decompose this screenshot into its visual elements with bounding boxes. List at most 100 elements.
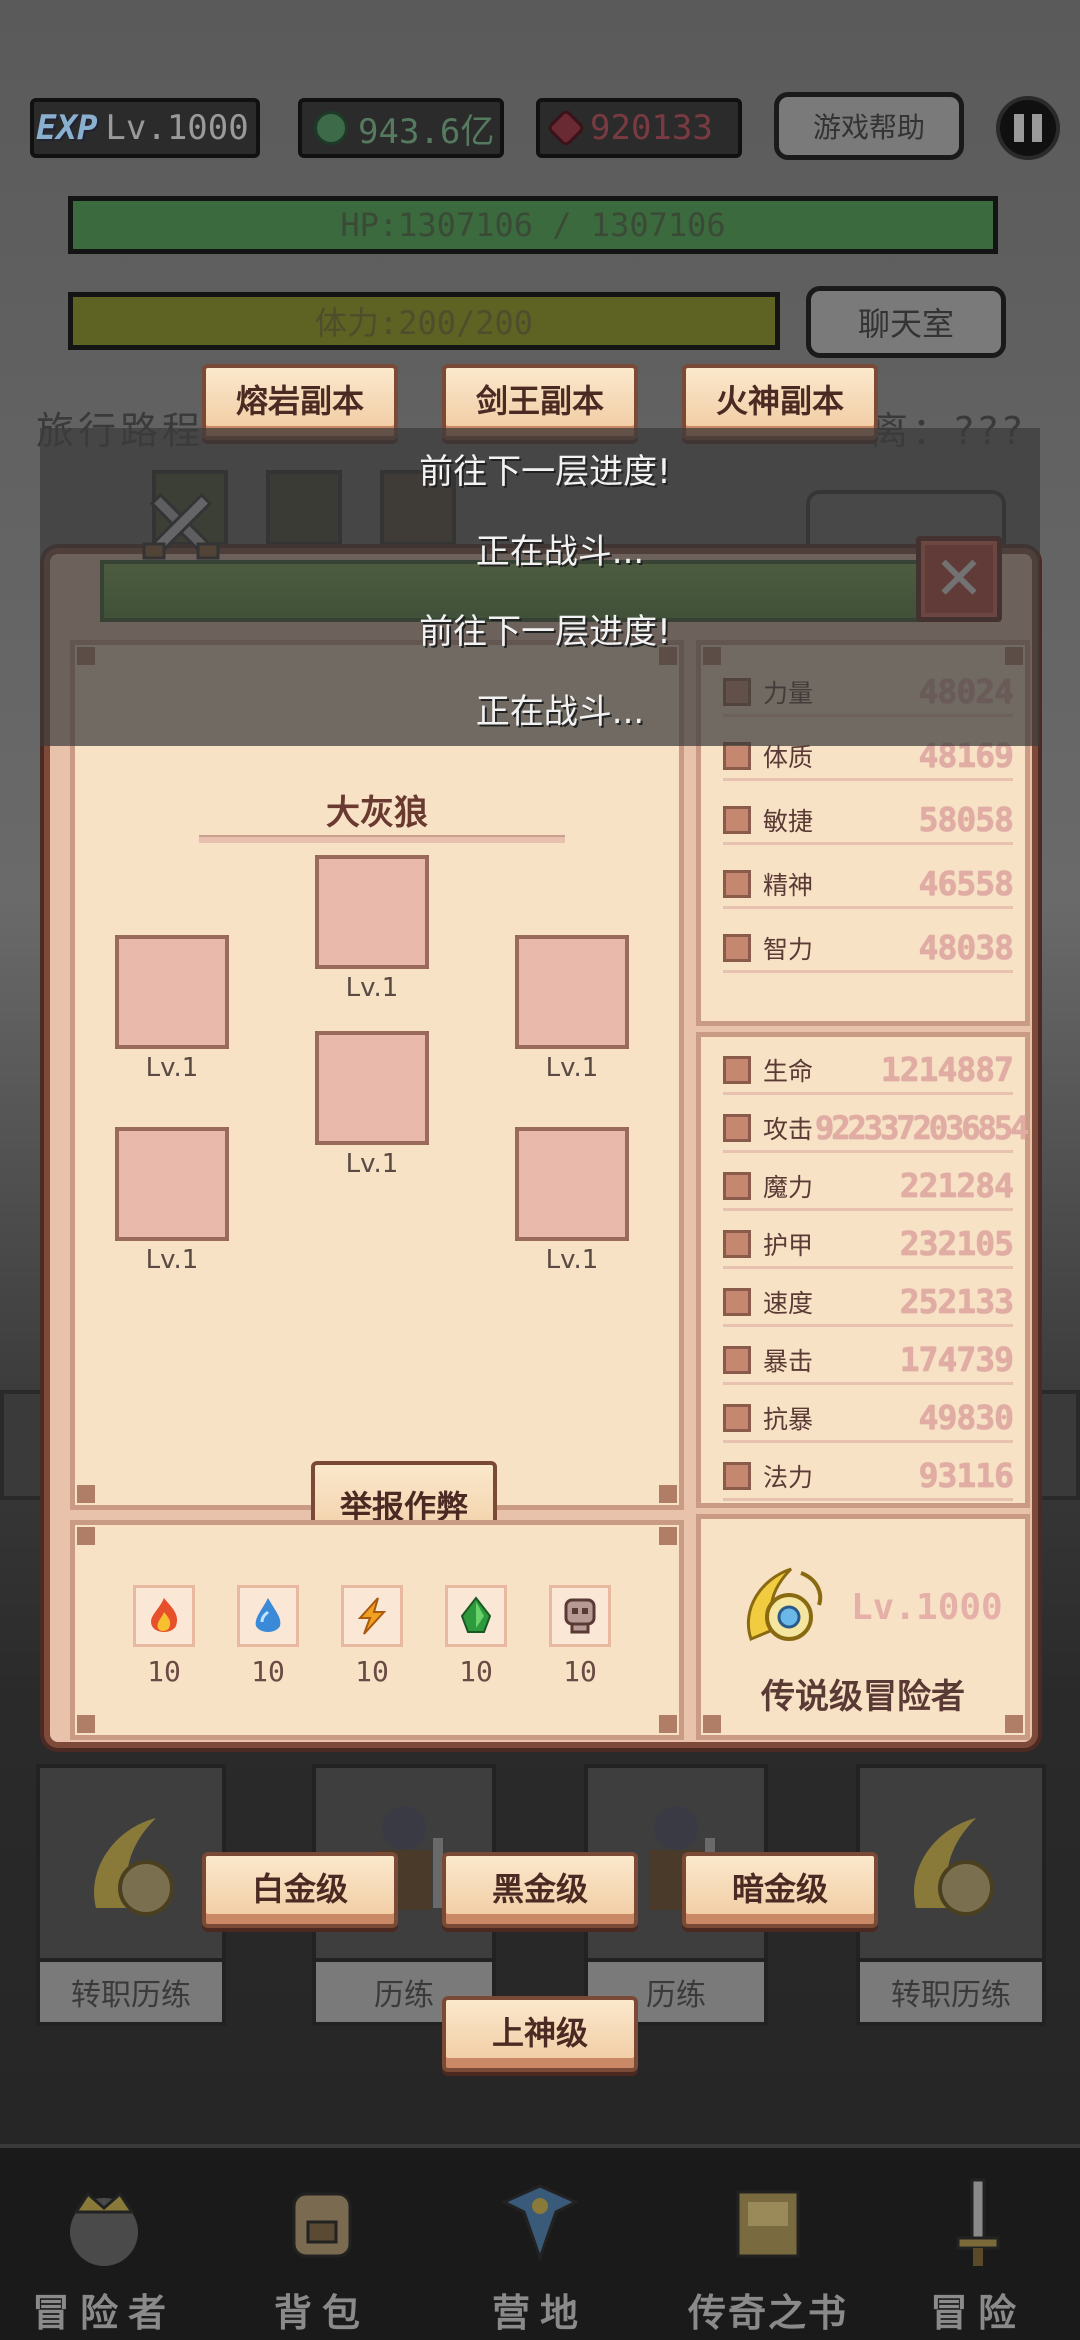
- boot-icon: [723, 805, 751, 834]
- crown-icon: [70, 2191, 138, 2266]
- hp-bar: HP:1307106 / 1307106: [68, 196, 998, 254]
- fire-icon: [133, 1585, 195, 1647]
- nav-label: 冒险者: [31, 2291, 176, 2335]
- nav-label: 传奇之书: [687, 2291, 848, 2335]
- sword-icon: [956, 2178, 1000, 2266]
- enemy-slot[interactable]: [115, 935, 229, 1049]
- backpack-icon: [292, 2192, 352, 2258]
- emblem-icon: [914, 1818, 994, 1916]
- exp-logo: EXP: [36, 108, 98, 148]
- enemy-slot[interactable]: [315, 1031, 429, 1145]
- enemy-slot[interactable]: [515, 1127, 629, 1241]
- stat-row-crit-resist: 抗暴 49830: [723, 1395, 1014, 1443]
- gold-amount: 943.6亿: [358, 111, 495, 152]
- nav-legend-book[interactable]: 传奇之书: [658, 2172, 878, 2337]
- water-icon: [237, 1585, 299, 1647]
- book-icon: [736, 2190, 800, 2258]
- crit-resist-icon: [723, 1403, 751, 1432]
- stat-value: 252133: [899, 1282, 1014, 1321]
- element-lightning: 10: [337, 1585, 407, 1688]
- stat-label: 魔力: [763, 1172, 814, 1202]
- stat-row-attack: 攻击 9223372036854: [723, 1105, 1029, 1153]
- enemy-slot[interactable]: [315, 855, 429, 969]
- nav-label: 营地: [491, 2291, 588, 2335]
- rank-level: Lv.1000: [851, 1587, 1003, 1628]
- stat-label: 敏捷: [763, 806, 814, 836]
- enemy-name-divider: [199, 835, 565, 843]
- stat-value: 58058: [918, 800, 1014, 839]
- crit-icon: [723, 1345, 751, 1374]
- attr-row-intellect: 智力 48038: [723, 925, 1014, 973]
- battle-log-line: 正在战斗...: [475, 692, 645, 732]
- star-icon: [723, 869, 751, 898]
- battle-log-line: 前往下一层进度!: [419, 612, 671, 652]
- gem-amount: 920133: [590, 108, 713, 148]
- enemy-slot[interactable]: [515, 935, 629, 1049]
- stat-value: 221284: [899, 1166, 1014, 1205]
- stat-row-speed: 速度 252133: [723, 1279, 1014, 1327]
- stat-row-crit: 暴击 174739: [723, 1337, 1014, 1385]
- skull-icon: [549, 1585, 611, 1647]
- stat-value: 49830: [918, 1398, 1014, 1437]
- nav-label: 背包: [273, 2291, 370, 2335]
- attr-row-spirit: 精神 46558: [723, 861, 1014, 909]
- element-count: 10: [251, 1655, 285, 1688]
- element-count: 10: [459, 1655, 493, 1688]
- attr-row-agility: 敏捷 58058: [723, 797, 1014, 845]
- stat-value: 46558: [918, 864, 1014, 903]
- dark-gold-tier-button[interactable]: 暗金级: [682, 1852, 878, 1928]
- stat-row-magic: 魔力 221284: [723, 1163, 1014, 1211]
- element-count: 10: [147, 1655, 181, 1688]
- element-resist-panel: 10 10 10 10 10: [70, 1520, 684, 1740]
- combat-stats-panel: 生命 1214887 攻击 9223372036854 魔力 221284 护甲…: [696, 1032, 1030, 1508]
- wand-icon: [723, 1171, 751, 1200]
- chat-room-button[interactable]: 聊天室: [806, 286, 1006, 358]
- element-count: 10: [563, 1655, 597, 1688]
- enemy-slot-level: Lv.1: [145, 1245, 199, 1275]
- stat-label: 生命: [763, 1056, 814, 1086]
- emblem-icon: [94, 1818, 174, 1916]
- gem-counter: 920133: [536, 98, 742, 158]
- star-icon: [723, 1461, 751, 1490]
- nav-camp[interactable]: 营地: [440, 2172, 640, 2337]
- enemy-name: 大灰狼: [326, 793, 428, 833]
- stat-row-armor: 护甲 232105: [723, 1221, 1014, 1269]
- roster-card[interactable]: 转职历练: [856, 1764, 1046, 2026]
- stat-row-hp: 生命 1214887: [723, 1047, 1014, 1095]
- stat-value: 48038: [918, 928, 1014, 967]
- gem-icon: [546, 108, 586, 148]
- sword-icon: [723, 1113, 751, 1142]
- roster-card-label: 转职历练: [860, 1958, 1042, 2022]
- battle-log-line: 正在战斗...: [475, 532, 645, 572]
- roster-card[interactable]: 转职历练: [36, 1764, 226, 2026]
- game-help-button[interactable]: 游戏帮助: [774, 92, 964, 160]
- element-earth: 10: [441, 1585, 511, 1688]
- hp-text: HP:1307106 / 1307106: [340, 206, 726, 244]
- gold-counter: 943.6亿: [298, 98, 504, 158]
- nav-adventurer[interactable]: 冒险者: [4, 2172, 204, 2337]
- platinum-tier-button[interactable]: 白金级: [202, 1852, 398, 1928]
- stamina-bar: 体力:200/200: [68, 292, 780, 350]
- enemy-slot-level: Lv.1: [545, 1053, 599, 1083]
- camp-banner-icon: [500, 2184, 580, 2263]
- player-level-badge: EXP Lv.1000: [30, 98, 260, 158]
- element-water: 10: [233, 1585, 303, 1688]
- legendary-emblem-icon: [746, 1567, 823, 1642]
- stat-value: 93116: [918, 1456, 1014, 1495]
- element-fire: 10: [129, 1585, 199, 1688]
- roster-card-label: 转职历练: [40, 1958, 222, 2022]
- stat-value: 9223372036854: [815, 1108, 1029, 1147]
- nav-adventure[interactable]: 冒险: [878, 2172, 1078, 2337]
- player-level: Lv.1000: [105, 108, 249, 148]
- shield-icon: [723, 1229, 751, 1258]
- stat-label: 暴击: [763, 1346, 814, 1376]
- stat-label: 精神: [763, 870, 814, 900]
- nav-backpack[interactable]: 背包: [222, 2172, 422, 2337]
- god-tier-button[interactable]: 上神级: [442, 1996, 638, 2072]
- enemy-slot[interactable]: [115, 1127, 229, 1241]
- enemy-slot-level: Lv.1: [345, 973, 399, 1003]
- enemy-slot-level: Lv.1: [145, 1053, 199, 1083]
- pause-button[interactable]: [996, 96, 1060, 160]
- stat-value: 232105: [899, 1224, 1014, 1263]
- black-gold-tier-button[interactable]: 黑金级: [442, 1852, 638, 1928]
